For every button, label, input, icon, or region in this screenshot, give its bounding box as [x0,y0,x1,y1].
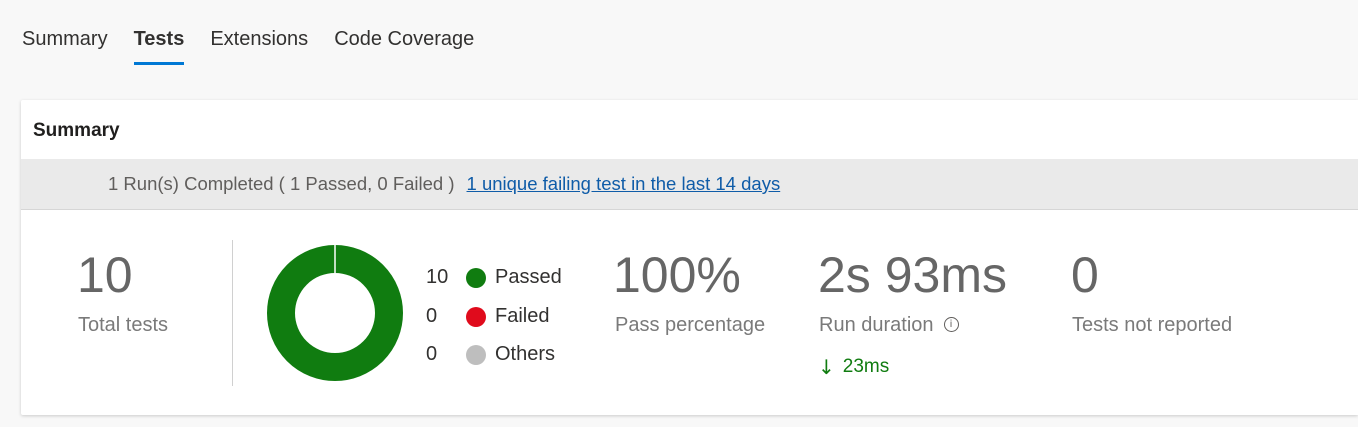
run-status-text: 1 Run(s) Completed ( 1 Passed, 0 Failed … [108,173,455,194]
failed-count: 0 [426,305,438,327]
others-count: 0 [426,343,438,365]
tab-extensions[interactable]: Extensions [210,28,308,65]
card-title: Summary [33,120,120,141]
run-duration-label-row: Run duration i [819,314,959,337]
run-status-banner: 1 Run(s) Completed ( 1 Passed, 0 Failed … [21,159,1358,210]
legend-item-passed: 10 Passed [426,266,562,289]
total-tests-label: Total tests [78,314,169,336]
arrow-down-icon: ↓ [818,355,835,379]
summary-card: Summary 1 Run(s) Completed ( 1 Passed, 0… [21,100,1358,415]
outcome-donut-chart [267,245,403,381]
run-duration-delta: ↓ 23ms [818,355,889,379]
metric-divider [232,240,233,386]
legend-item-failed: 0 Failed [426,305,549,328]
passed-label: Passed [495,266,562,288]
pass-percentage-value: 100% [613,247,741,303]
unique-failing-tests-link[interactable]: 1 unique failing test in the last 14 day… [467,173,781,195]
failed-label: Failed [495,305,550,327]
run-duration-value: 2s 93ms [818,247,1007,303]
failed-dot-icon [466,306,486,327]
run-duration-delta-value: 23ms [842,356,890,377]
total-tests-value: 10 [77,247,133,303]
tab-bar: Summary Tests Extensions Code Coverage [22,28,500,65]
pass-percentage-label: Pass percentage [615,314,766,336]
tab-code-coverage[interactable]: Code Coverage [334,28,474,65]
passed-count: 10 [426,266,449,288]
others-dot-icon [466,344,486,365]
tab-summary[interactable]: Summary [22,28,108,65]
info-icon[interactable]: i [943,317,959,332]
not-reported-value: 0 [1071,247,1099,303]
legend-item-others: 0 Others [426,343,555,366]
run-duration-label: Run duration [819,314,934,336]
others-label: Others [495,343,556,365]
donut-segment-passed [267,245,403,381]
not-reported-label: Tests not reported [1072,314,1233,336]
tab-tests[interactable]: Tests [133,28,184,65]
passed-dot-icon [466,267,486,288]
